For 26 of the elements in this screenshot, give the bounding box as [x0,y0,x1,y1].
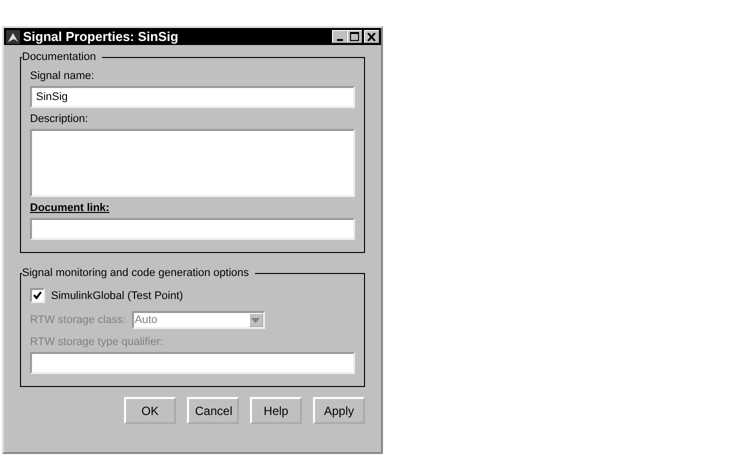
minimize-button[interactable] [332,30,347,43]
field-label: RTW storage type qualifier: [30,336,164,348]
group-legend: Documentation [22,51,102,63]
dialog-button[interactable]: Help [250,397,302,424]
field-label: Signal name: [30,70,96,82]
window-title: Signal Properties: SinSig [23,29,178,44]
text-area[interactable] [30,129,355,197]
field-link[interactable]: Document link: [30,202,355,214]
dialog-button[interactable]: Apply [313,397,365,424]
close-icon [367,32,376,40]
input-field[interactable] [30,218,355,240]
group-legend: Signal monitoring and code generation options [22,267,255,279]
close-button[interactable] [364,30,379,43]
field-label: Description: [30,113,90,125]
checkbox-label: SimulinkGlobal (Test Point) [51,290,184,302]
field-label: RTW storage class: [30,314,126,326]
dialog-button[interactable]: Cancel [187,397,239,424]
maximize-button[interactable] [347,30,362,43]
minimize-icon [336,38,342,40]
caret-icon [251,318,260,322]
maximize-icon [350,32,359,41]
input-field[interactable]: SinSig [30,86,355,108]
app-icon [6,30,20,44]
checkbox[interactable] [30,288,45,303]
dialog-button[interactable]: OK [124,397,176,424]
input-field[interactable] [30,352,355,374]
